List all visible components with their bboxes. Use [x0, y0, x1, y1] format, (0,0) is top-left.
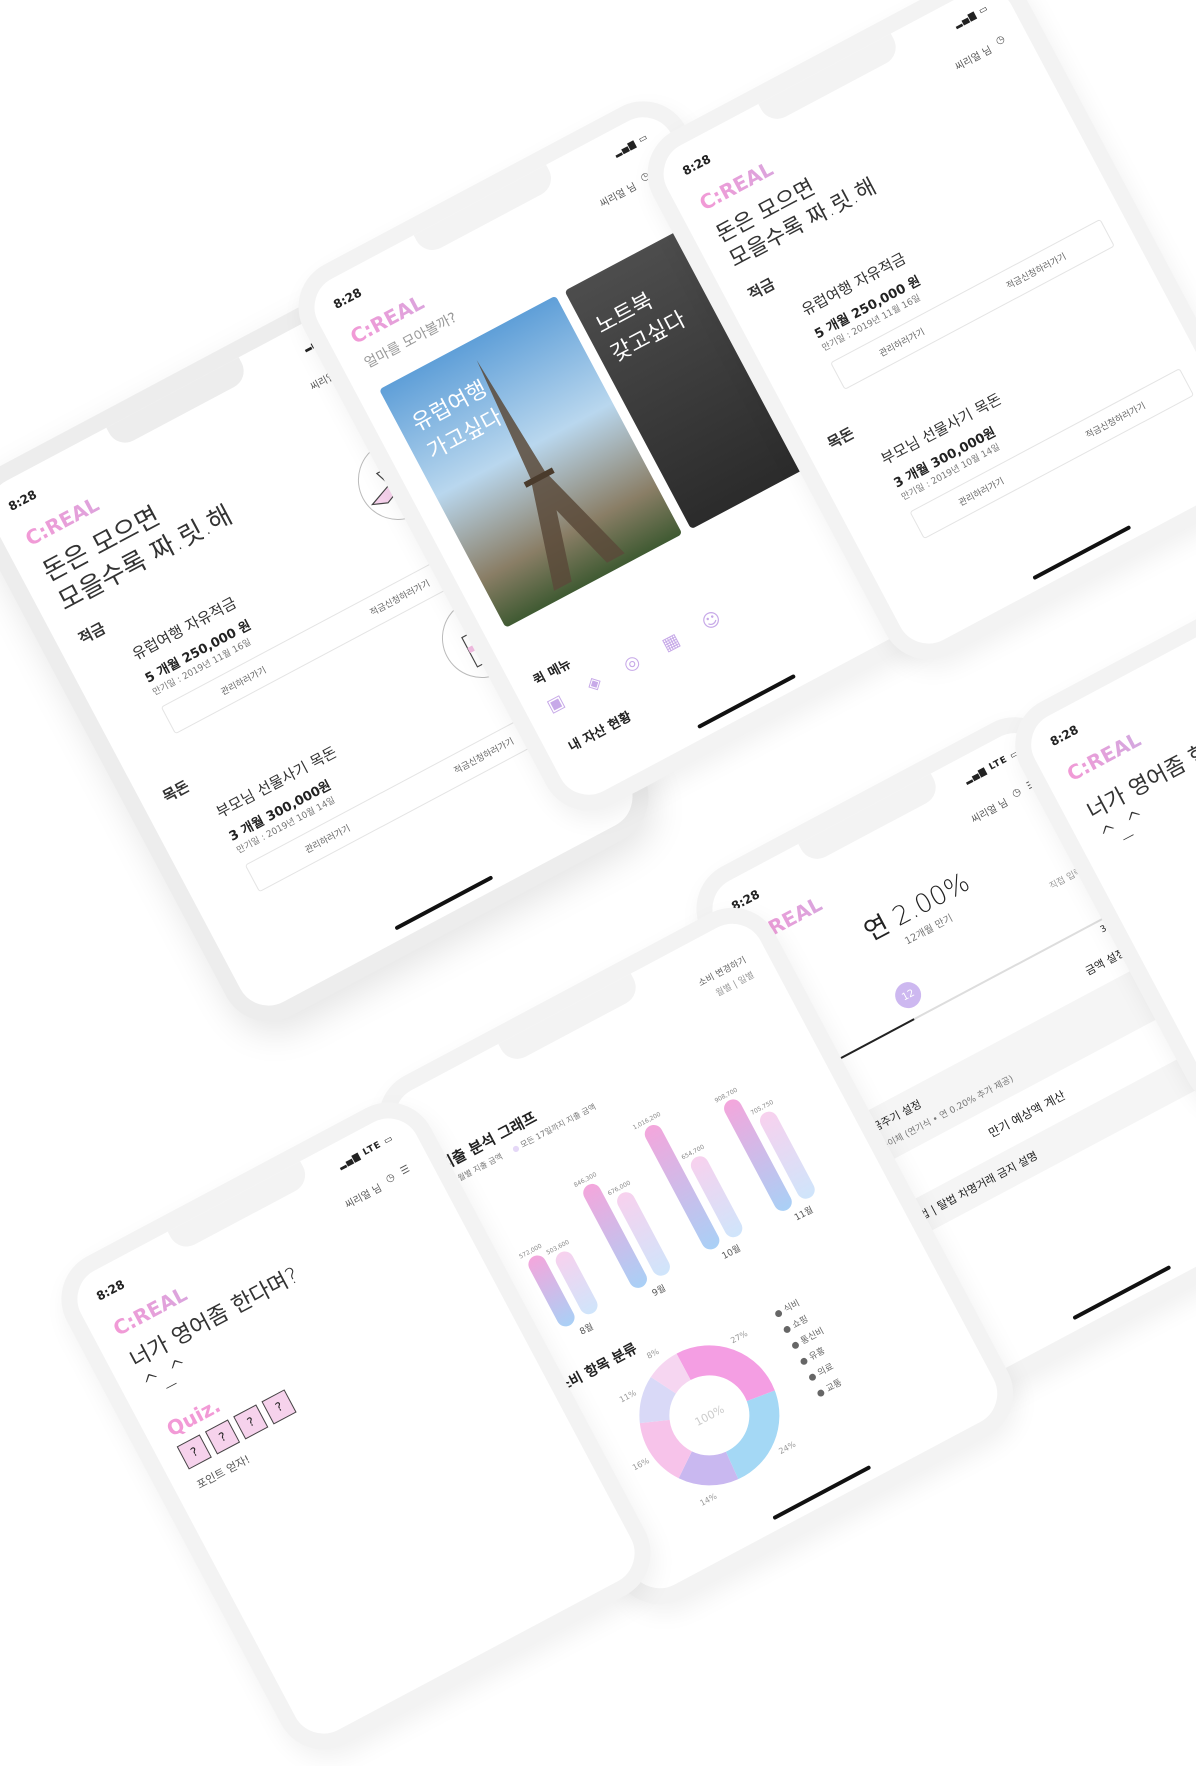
quick-menu-row: ▣ ◈ ◎ ▦ ☺ [543, 607, 724, 717]
status-time: 8:28 [680, 151, 714, 179]
donut-legend-item: ● 의료 [806, 1361, 835, 1384]
apply-link[interactable]: 적금신청하러가기 [367, 576, 432, 619]
person-icon[interactable]: ☺ [698, 607, 724, 634]
apply-link[interactable]: 적금신청하러가기 [1083, 399, 1147, 441]
signal-icon: ▂▄▆ LTE ▭ [336, 1133, 396, 1171]
quiz-box[interactable]: ? [261, 1389, 297, 1425]
donut-legend-item: ● 식비 [773, 1298, 802, 1321]
apply-link[interactable]: 적금신청하러가기 [1004, 249, 1068, 292]
status-time: 8:28 [331, 285, 365, 312]
signal-icon: ▂▄▆ ▭ [612, 132, 651, 159]
status-time: 8:28 [6, 487, 40, 514]
signal-icon: ▂▄▆ LTE ▭ [962, 748, 1022, 786]
month-tick-label: 8월 [577, 1320, 595, 1337]
assets-title[interactable]: 내 자산 현황 [564, 706, 634, 755]
gift-icon[interactable]: ▦ [659, 629, 684, 656]
month-tick-label: 10월 [720, 1242, 743, 1262]
banner-laptop-title: 노트북 갖고싶다 [591, 288, 691, 368]
donut-percent-label: 16% [631, 1456, 651, 1472]
donut-percent-label: 14% [698, 1491, 718, 1507]
month-tick-label: 11월 [792, 1204, 815, 1224]
manage-link[interactable]: 관리하러가기 [218, 663, 269, 698]
wallet-icon[interactable]: ▣ [543, 691, 568, 718]
month-tick-label: 9월 [650, 1282, 668, 1299]
chart-icon[interactable]: ◈ [583, 671, 605, 696]
donut-legend-item: ● 교통 [815, 1377, 844, 1400]
signal-icon: ▂▄▆ ▭ [952, 3, 991, 30]
manage-link[interactable]: 관리하러가기 [956, 474, 1006, 508]
donut-percent-label: 24% [777, 1439, 797, 1455]
coin-icon[interactable]: ◎ [620, 650, 644, 676]
quiz-box[interactable]: ? [233, 1404, 269, 1440]
quick-menu-title: 퀵 메뉴 [531, 656, 574, 689]
slider-handle[interactable]: 12 [890, 977, 926, 1013]
donut-percent-label: 11% [618, 1388, 638, 1404]
manage-link[interactable]: 관리하러가기 [877, 325, 927, 359]
donut-legend-item: ● 쇼핑 [781, 1314, 810, 1337]
status-time: 8:28 [1047, 722, 1081, 749]
apply-link[interactable]: 적금신청하러가기 [451, 734, 516, 777]
manage-link[interactable]: 관리하러가기 [302, 821, 353, 856]
status-time: 8:28 [94, 1277, 127, 1304]
donut-percent-label: 27% [729, 1329, 749, 1345]
donut-center-label: 100% [693, 1403, 727, 1429]
quiz-box[interactable]: ? [204, 1419, 241, 1455]
